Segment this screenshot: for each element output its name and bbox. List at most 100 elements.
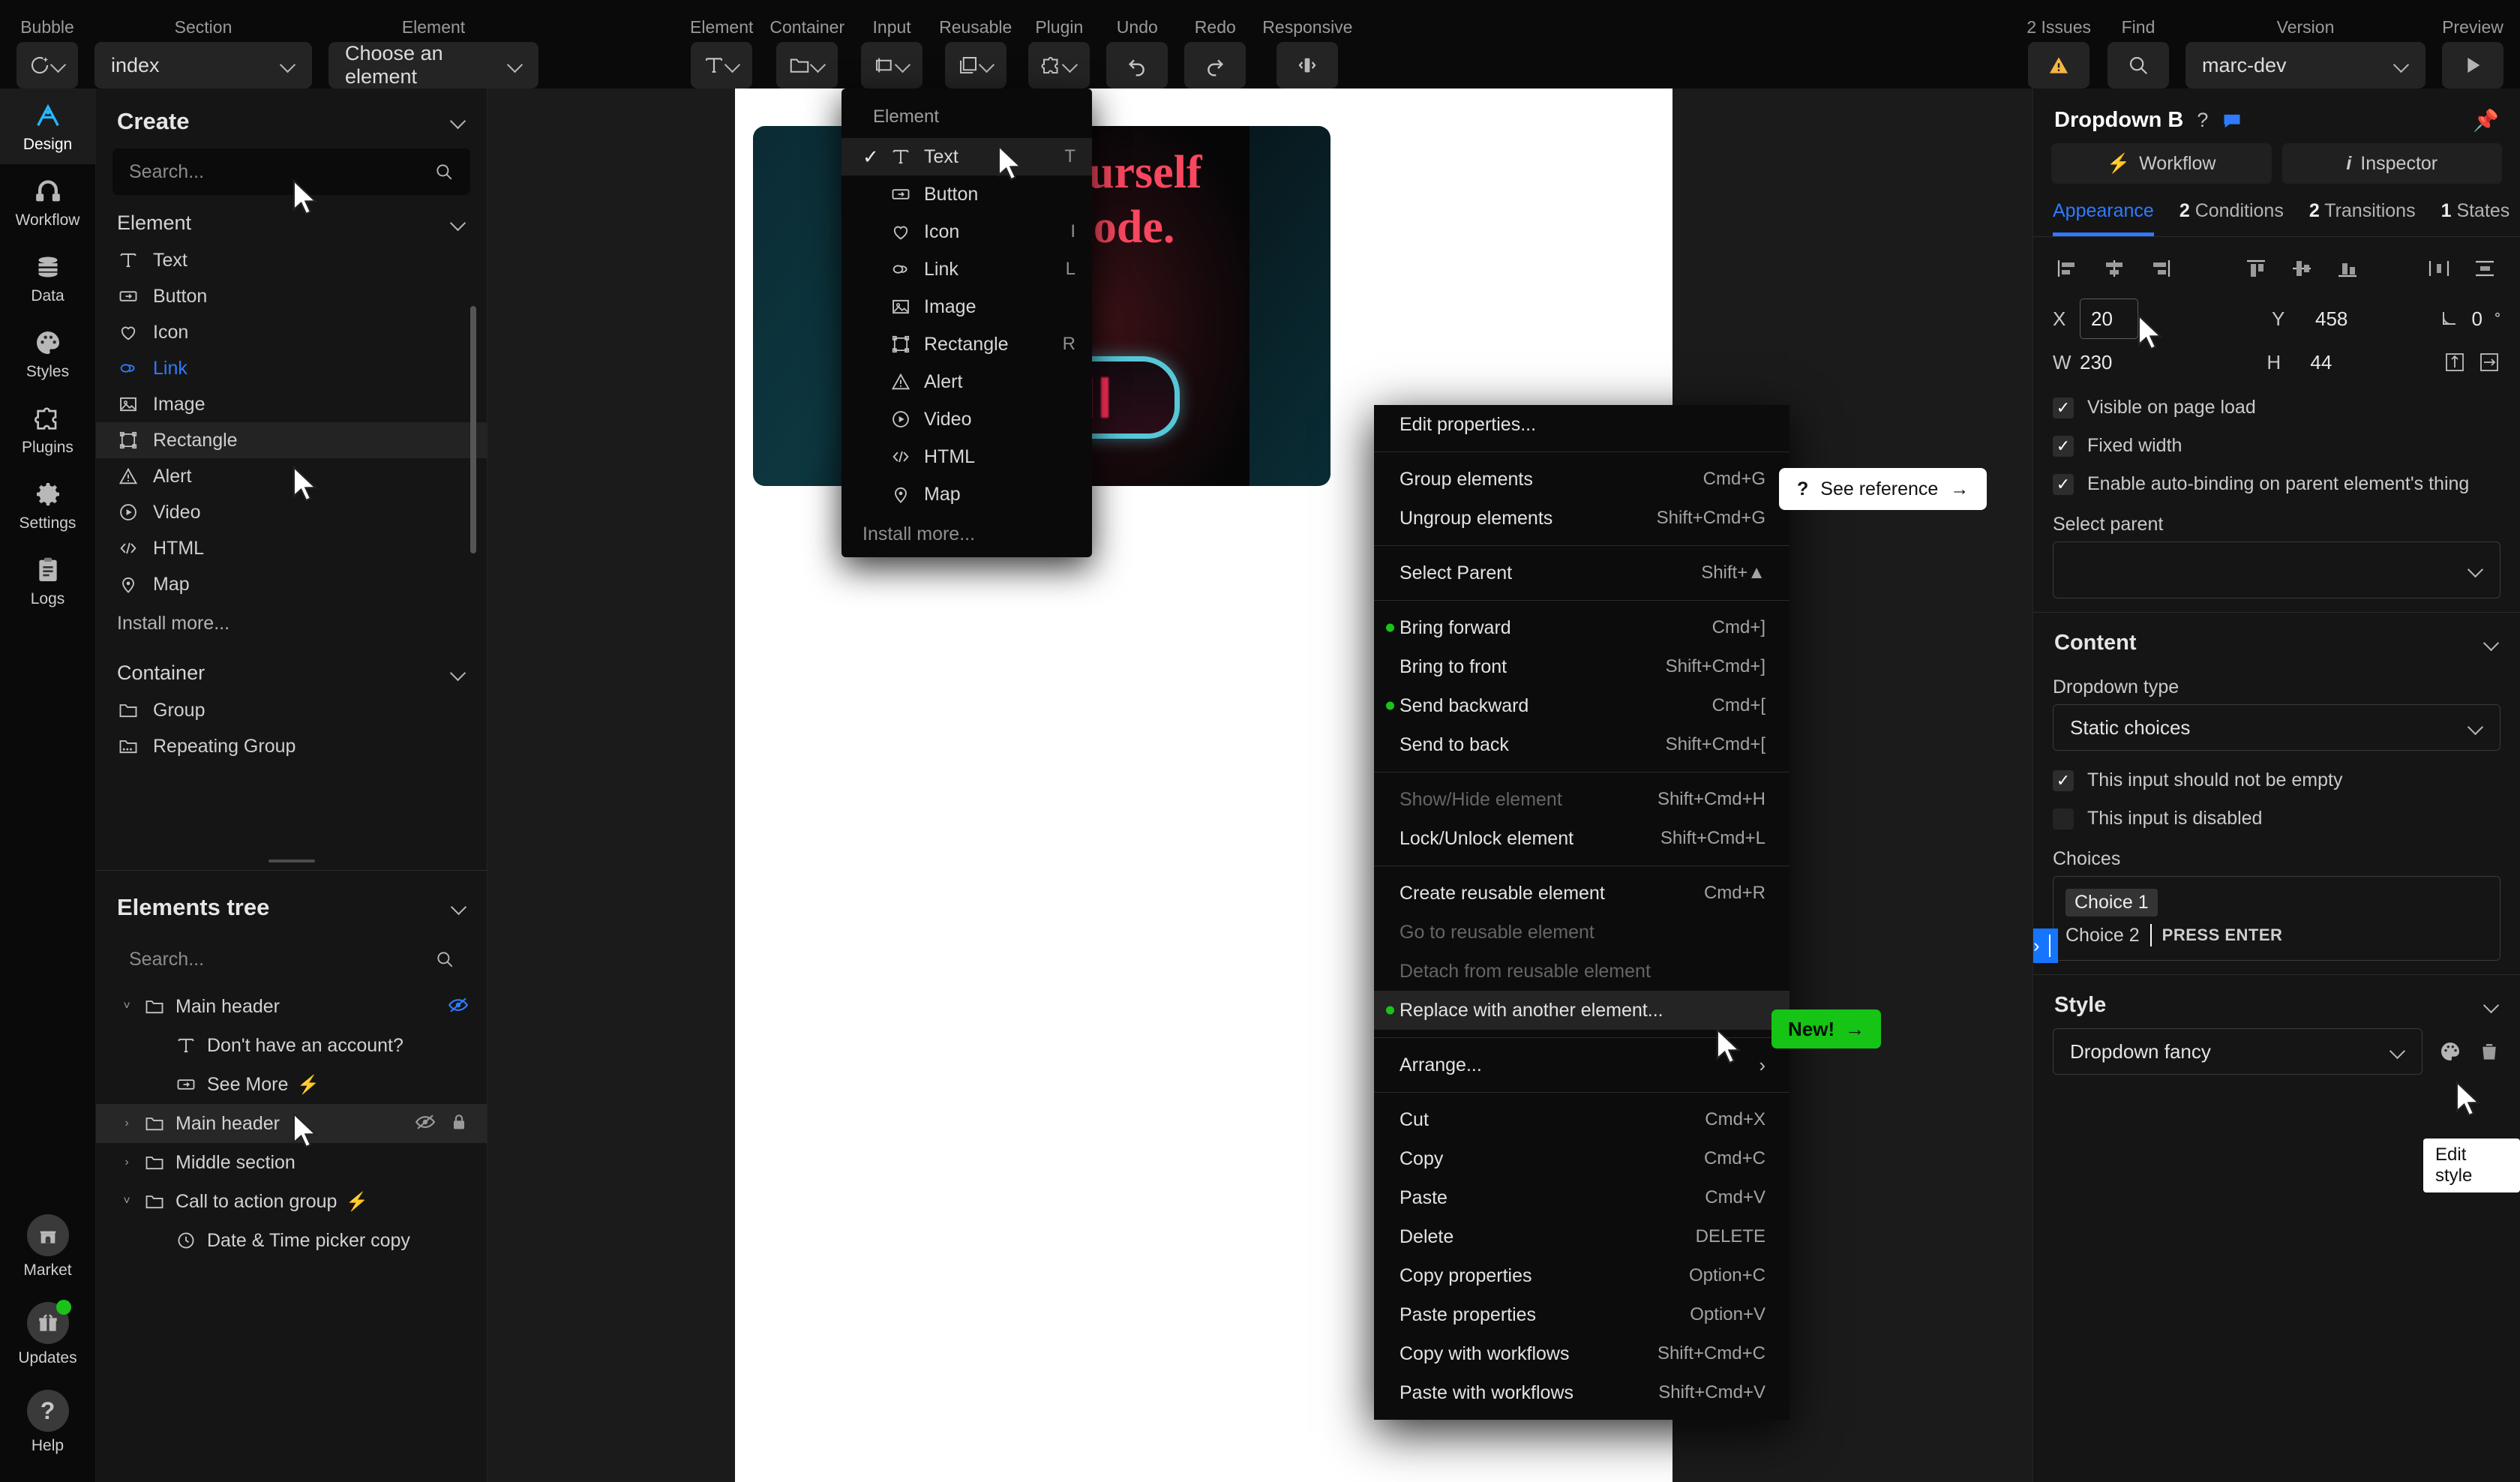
rail-item-market[interactable]: Market: [0, 1202, 96, 1290]
create-element-button[interactable]: Button: [96, 278, 487, 314]
inspector-subtab-appearance[interactable]: Appearance: [2053, 200, 2154, 236]
undo-tool-8[interactable]: [1106, 42, 1168, 88]
content-checkbox-0[interactable]: ✓: [2053, 770, 2074, 791]
tree-row-1[interactable]: Don't have an account?: [96, 1026, 487, 1065]
chevron-down-icon[interactable]: [451, 666, 466, 681]
rotation-input[interactable]: 0: [2472, 308, 2482, 331]
section-select-1[interactable]: index: [94, 42, 312, 88]
appearance-checkbox-2[interactable]: ✓: [2053, 473, 2074, 495]
new-feature-badge[interactable]: New! →: [1772, 1010, 1882, 1048]
create-element-html[interactable]: HTML: [96, 530, 487, 566]
tree-row-4[interactable]: › Middle section: [96, 1143, 487, 1182]
tree-row-0[interactable]: ˅ Main header: [96, 987, 487, 1026]
align-left-icon[interactable]: [2053, 254, 2084, 284]
tree-caret-right-icon[interactable]: ›: [112, 1117, 141, 1130]
pin-icon[interactable]: 📌: [2473, 108, 2499, 133]
context-menu-item-arrange[interactable]: Arrange... ›: [1374, 1046, 1790, 1084]
align-top-icon[interactable]: [2240, 254, 2271, 284]
chevron-down-icon[interactable]: [2394, 58, 2409, 73]
choice-item-1[interactable]: Choice 1: [2066, 889, 2158, 916]
choices-editor[interactable]: Choice 1 Choice 2 PRESS ENTER: [2053, 876, 2500, 961]
rail-item-design[interactable]: Design: [0, 88, 96, 164]
context-menu-item-paste-properties[interactable]: Paste properties Option+V: [1374, 1295, 1790, 1334]
fit-width-icon[interactable]: [2478, 352, 2500, 373]
create-element-text[interactable]: Text: [96, 242, 487, 278]
chevron-down-icon[interactable]: [980, 58, 994, 73]
element-menu-item-map[interactable]: Map: [842, 476, 1092, 513]
tree-caret-down-icon[interactable]: ˅: [112, 1000, 141, 1013]
chevron-down-icon[interactable]: [508, 58, 522, 73]
tab-inspector[interactable]: i Inspector: [2282, 143, 2502, 184]
chevron-down-icon[interactable]: [51, 58, 66, 73]
chevron-down-icon[interactable]: [2484, 636, 2499, 651]
find-button[interactable]: [2108, 42, 2169, 88]
inspector-subtab-states[interactable]: 1 States: [2441, 200, 2510, 236]
tree-row-3[interactable]: › Main header: [96, 1104, 487, 1143]
chevron-down-icon[interactable]: [451, 114, 466, 129]
context-menu-item-ungroup-elements[interactable]: Ungroup elements Shift+Cmd+G: [1374, 499, 1790, 538]
tree-row-2[interactable]: See More ⚡: [96, 1065, 487, 1104]
redo-tool-9[interactable]: [1184, 42, 1246, 88]
context-menu-item-send-to-back[interactable]: Send to back Shift+Cmd+[: [1374, 725, 1790, 764]
content-checkbox-1[interactable]: [2053, 808, 2074, 830]
comment-bubble-icon[interactable]: [2222, 110, 2242, 131]
context-menu-item-select-parent[interactable]: Select Parent Shift+▲: [1374, 554, 1790, 592]
context-menu-item-create-reusable-element[interactable]: Create reusable element Cmd+R: [1374, 874, 1790, 913]
rail-item-updates[interactable]: Updates: [0, 1290, 96, 1378]
context-menu-item-copy-with-workflows[interactable]: Copy with workflows Shift+Cmd+C: [1374, 1334, 1790, 1373]
context-menu-item-cut[interactable]: Cut Cmd+X: [1374, 1100, 1790, 1139]
element-group-header[interactable]: Element: [96, 195, 487, 242]
create-element-image[interactable]: Image: [96, 386, 487, 422]
inspector-subtab-conditions[interactable]: 2 Conditions: [2180, 200, 2284, 236]
context-menu-item-paste[interactable]: Paste Cmd+V: [1374, 1178, 1790, 1217]
tree-row-5[interactable]: ˅ Call to action group ⚡: [96, 1182, 487, 1221]
preview-button[interactable]: [2442, 42, 2504, 88]
appearance-checkbox-row-0[interactable]: ✓ Visible on page load: [2033, 388, 2520, 427]
chevron-down-icon[interactable]: [811, 58, 826, 73]
distribute-vertical-icon[interactable]: [2470, 254, 2500, 284]
chevron-down-icon[interactable]: [280, 58, 296, 73]
chevron-down-icon[interactable]: [452, 900, 466, 915]
chevron-down-icon[interactable]: [896, 58, 910, 73]
reusable-tool-6[interactable]: [944, 42, 1006, 88]
see-reference-button[interactable]: ? See reference →: [1779, 468, 1988, 510]
elements-tree-header[interactable]: Elements tree: [96, 874, 487, 934]
create-element-alert[interactable]: Alert: [96, 458, 487, 494]
y-input[interactable]: 458: [2315, 308, 2348, 331]
create-element-map[interactable]: Map: [96, 566, 487, 602]
context-menu-item-edit-properties[interactable]: Edit properties...: [1374, 405, 1790, 444]
element-menu-install-more[interactable]: Install more...: [842, 513, 1092, 545]
inspector-subtab-transitions[interactable]: 2 Transitions: [2309, 200, 2416, 236]
appearance-checkbox-1[interactable]: ✓: [2053, 435, 2074, 457]
create-element-icon[interactable]: Icon: [96, 314, 487, 350]
version-select[interactable]: marc-dev: [2186, 42, 2426, 88]
tab-workflow[interactable]: ⚡ Workflow: [2051, 143, 2272, 184]
visibility-eye-icon[interactable]: [414, 1111, 436, 1137]
style-select[interactable]: Dropdown fancy: [2053, 1028, 2422, 1075]
chevron-down-icon[interactable]: [725, 58, 740, 73]
lock-icon[interactable]: [448, 1112, 470, 1136]
h-input[interactable]: 44: [2310, 351, 2332, 374]
rail-item-settings[interactable]: Settings: [0, 467, 96, 543]
dropdown-type-select[interactable]: Static choices: [2053, 704, 2500, 751]
content-checkbox-row-1[interactable]: This input is disabled: [2033, 800, 2520, 838]
element-menu-item-icon[interactable]: Icon I: [842, 213, 1092, 250]
install-more-elements-link[interactable]: Install more...: [96, 602, 487, 645]
rail-item-styles[interactable]: Styles: [0, 316, 96, 392]
element-tool-3[interactable]: [691, 42, 753, 88]
container-group-header[interactable]: Container: [96, 645, 487, 692]
create-container-group[interactable]: Group: [96, 692, 487, 728]
element-menu-item-video[interactable]: Video: [842, 400, 1092, 438]
create-container-repeating-group[interactable]: Repeating Group: [96, 728, 487, 764]
element-menu-item-text[interactable]: ✓ Text T: [842, 138, 1092, 176]
appearance-checkbox-0[interactable]: ✓: [2053, 397, 2074, 418]
context-menu-item-delete[interactable]: Delete DELETE: [1374, 1217, 1790, 1256]
context-menu-item-lock-unlock-element[interactable]: Lock/Unlock element Shift+Cmd+L: [1374, 819, 1790, 858]
element-select-2[interactable]: Choose an element: [328, 42, 538, 88]
w-input[interactable]: 230: [2080, 351, 2112, 374]
x-input[interactable]: 20: [2080, 298, 2138, 339]
appearance-checkbox-row-1[interactable]: ✓ Fixed width: [2033, 427, 2520, 465]
context-menu-item-copy-properties[interactable]: Copy properties Option+C: [1374, 1256, 1790, 1295]
content-checkbox-row-0[interactable]: ✓ This input should not be empty: [2033, 761, 2520, 800]
choice-item-2-row[interactable]: Choice 2 PRESS ENTER: [2054, 916, 2500, 946]
